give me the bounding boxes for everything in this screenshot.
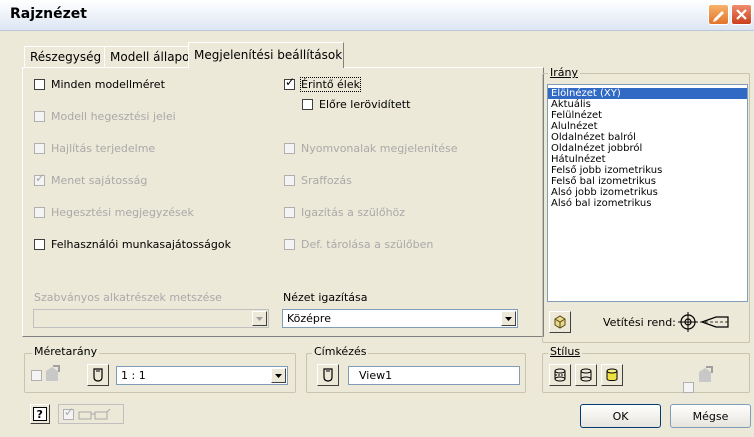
orientation-list[interactable]: Elölnézet (XY) Aktuális Felülnézet Aluln… [547,84,748,302]
projection-symbol-icon[interactable] [676,310,732,337]
list-item[interactable]: Oldalnézet jobbról [548,143,747,154]
style-no-hidden-lines-button[interactable] [575,364,597,386]
window-title: Rajznézet [10,6,87,22]
tab-megjelenitesi-beallitasok[interactable]: Megjelenítési beállítások [188,42,344,68]
option-felhasznaloi-munkasajatossagok[interactable]: Felhasználói munkasajátosságok [34,238,231,251]
checkbox[interactable] [34,239,45,250]
list-item[interactable]: Aktuális [548,99,747,110]
help-icon: ? [33,407,47,421]
checkbox[interactable]: ✓ [284,76,295,90]
option-igazitas-a-szulohoz: Igazítás a szülőhöz [284,206,405,219]
style-shaded-button[interactable] [601,364,623,386]
list-item[interactable]: Felülnézet [548,110,747,121]
custom-view-button[interactable] [549,311,571,333]
view-align-label: Nézet igazítása [283,291,368,304]
close-icon [736,9,747,20]
help-title-button[interactable] [708,4,729,25]
hidden-line-icon [554,368,566,382]
checkbox [34,111,45,122]
list-item[interactable]: Alsó bal izometrikus [548,198,747,209]
toggle-visibility-icon [323,368,333,382]
scale-display-icon [44,363,62,386]
chevron-down-icon[interactable] [271,368,286,383]
visible-line-icon [580,368,592,382]
checkbox[interactable] [302,99,313,110]
option-def-tarolasa-a-szuloben: Def. tárolása a szülőben [284,238,433,251]
scale-label: Méretarány [32,345,100,358]
std-parts-label: Szabványos alkatrészek metszése [34,291,222,304]
option-menet-sajatossag: ✓ Menet sajátosság [34,171,148,187]
close-button[interactable] [731,4,752,25]
scale-visibility-checkbox [31,370,42,381]
style-display-icon [697,364,715,387]
checkbox [284,143,295,154]
title-bar [0,0,754,31]
option-modell-hegesztesi-jelei: Modell hegesztési jelei [34,110,176,123]
projection-label: Vetítési rend: [603,316,676,329]
ok-button[interactable]: OK [580,404,661,428]
option-erinto-elek[interactable]: ✓ Érintő élek [284,76,362,92]
checkbox [34,207,45,218]
option-sraffozas: Sraffozás [284,174,352,187]
std-parts-combo [33,309,269,328]
preview-checkbox: ✓ [63,404,75,420]
style-group [542,353,750,393]
chevron-down-icon [252,311,267,326]
glasses-icon [78,408,111,420]
checkbox[interactable] [34,79,45,90]
label-toggle-button[interactable] [317,364,339,386]
custom-view-icon [554,315,566,329]
checkbox [284,175,295,186]
orientation-label: Irány [548,66,580,79]
preview-toggle: ✓ [58,404,124,424]
style-hidden-lines-button[interactable] [549,364,571,386]
toggle-visibility-icon [93,368,103,382]
style-label: Stílus [548,345,583,358]
help-button[interactable]: ? [30,404,50,424]
list-item[interactable]: Hátulnézet [548,154,747,165]
option-hegesztesi-megjegyzesek: Hegesztési megjegyzések [34,206,194,219]
view-align-combo[interactable]: Középre [282,309,518,328]
checkbox: ✓ [34,171,46,186]
style-checkbox [683,382,694,393]
shaded-icon [606,368,618,381]
option-elore-lerovidittett[interactable]: Előre lerövidített [302,98,410,111]
tab-reszegyseg[interactable]: Részegység [24,46,116,67]
help-pencil-icon [713,11,724,22]
svg-text:?: ? [37,408,43,421]
option-minden-modellmeret[interactable]: Minden modellméret [34,78,165,91]
checkbox [284,207,295,218]
scale-toggle-button[interactable] [87,364,109,386]
chevron-down-icon[interactable] [501,311,516,326]
view-label-input[interactable]: View1 [348,366,520,385]
list-item[interactable]: Felső jobb izometrikus [548,165,747,176]
checkbox [284,239,295,250]
list-item[interactable]: Alulnézet [548,121,747,132]
scale-combo[interactable]: 1 : 1 [116,366,288,385]
label-group-label: Címkézés [312,345,369,358]
list-item[interactable]: Felső bal izometrikus [548,176,747,187]
option-hajlitas-terjedelme: Hajlítás terjedelme [34,142,155,155]
list-item[interactable]: Elölnézet (XY) [548,88,747,99]
list-item[interactable]: Alsó jobb izometrikus [548,187,747,198]
checkbox [34,143,45,154]
list-item[interactable]: Oldalnézet balról [548,132,747,143]
option-nyomvonalak-megjelenitese: Nyomvonalak megjelenítése [284,142,458,155]
cancel-button[interactable]: Mégse [670,404,751,428]
